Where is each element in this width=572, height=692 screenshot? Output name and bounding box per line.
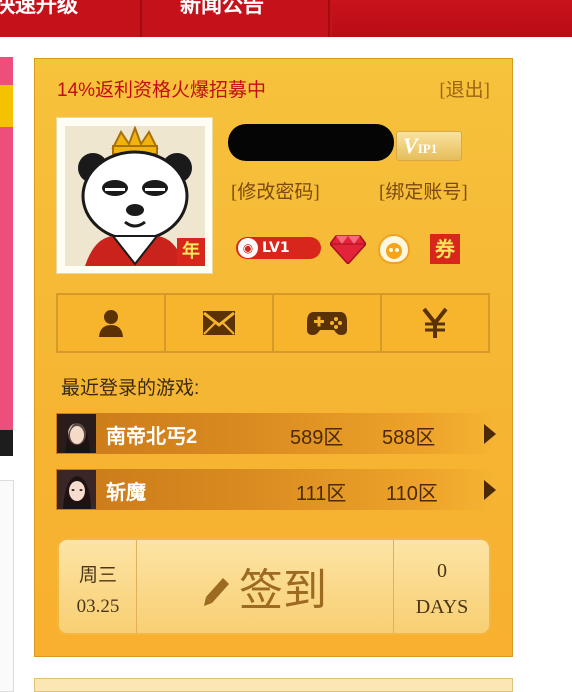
level-badge-label: LV1 (262, 240, 290, 256)
game-zone-link[interactable]: 110区 (386, 477, 438, 506)
nav-tab-upgrade[interactable]: 快速升级 (0, 0, 142, 37)
arrow-right-icon[interactable] (484, 424, 496, 444)
logout-link[interactable]: [退出] (439, 75, 490, 102)
level-badge[interactable]: ◉ LV1 (236, 237, 321, 259)
signin-weekday: 周三 (78, 565, 117, 586)
game-thumbnail (57, 470, 96, 509)
user-icon (99, 310, 123, 337)
promo-link[interactable]: 14%返利资格火爆招募中 (57, 75, 266, 102)
arrow-right-icon[interactable] (484, 480, 496, 500)
game-name: 南帝北丐2 (106, 426, 198, 448)
signin-days-unit: DAYS (415, 596, 469, 618)
nav-tab-news-label: 新闻公告 (180, 0, 264, 17)
nav-filler (332, 0, 572, 37)
side-banner-accent (0, 85, 13, 127)
game-zone-link[interactable]: 588区 (382, 421, 435, 450)
signin-date: 周三 03.25 (59, 540, 137, 633)
game-name: 斩魔 (106, 482, 146, 504)
username-redacted (228, 124, 394, 161)
year-badge: 年 (177, 238, 205, 266)
messages-button[interactable] (166, 295, 274, 351)
vip-badge[interactable]: VIP1 (396, 131, 462, 161)
swirl-icon: ◉ (238, 238, 258, 258)
vip-level: IP1 (417, 141, 438, 156)
nav-tab-upgrade-label: 快速升级 (0, 0, 78, 17)
pencil-icon (204, 578, 229, 606)
panda-avatar-image: 年 (65, 126, 205, 266)
top-nav: 快速升级 新闻公告 (0, 0, 572, 37)
recent-games-label: 最近登录的游戏: (61, 378, 200, 399)
recent-game-row[interactable]: 南帝北丐2 589区 588区 (56, 413, 496, 454)
bind-account-link[interactable]: [绑定账号] (379, 177, 468, 204)
recent-game-row[interactable]: 斩魔 111区 110区 (56, 469, 496, 510)
next-panel (34, 678, 513, 692)
coupon-badge[interactable]: 券 (430, 234, 460, 264)
side-banner-footer (0, 430, 13, 456)
cloud-icon[interactable] (378, 234, 410, 264)
game-thumbnail (57, 414, 96, 453)
gem-icon[interactable] (329, 234, 367, 268)
vip-prefix: V (403, 133, 418, 158)
game-zone-link[interactable]: 111区 (296, 477, 346, 506)
avatar[interactable]: 年 (56, 117, 213, 274)
mail-icon (203, 311, 235, 335)
signin-days-count: 0 (437, 560, 447, 582)
yen-icon (422, 307, 448, 338)
signin-day: 03.25 (76, 596, 120, 617)
game-zone-link[interactable]: 589区 (290, 421, 343, 450)
gamepad-icon (307, 312, 347, 335)
quick-actions (56, 293, 490, 353)
signin-button-label: 签到 (239, 565, 327, 616)
profile-button[interactable] (58, 295, 166, 351)
change-password-link[interactable]: [修改密码] (231, 177, 320, 204)
user-panel: 14%返利资格火爆招募中 [退出] 年 VIP1 [修改密码] [绑定账号] ◉… (34, 58, 513, 657)
signin-widget: 周三 03.25 签到 0 DAYS (57, 538, 491, 635)
signin-button[interactable]: 签到 (139, 540, 391, 633)
nav-tab-news[interactable]: 新闻公告 (144, 0, 330, 37)
recharge-button[interactable] (382, 295, 488, 351)
signin-streak: 0 DAYS (393, 540, 489, 633)
side-banner[interactable] (0, 57, 13, 456)
side-box (0, 480, 14, 692)
games-button[interactable] (274, 295, 382, 351)
